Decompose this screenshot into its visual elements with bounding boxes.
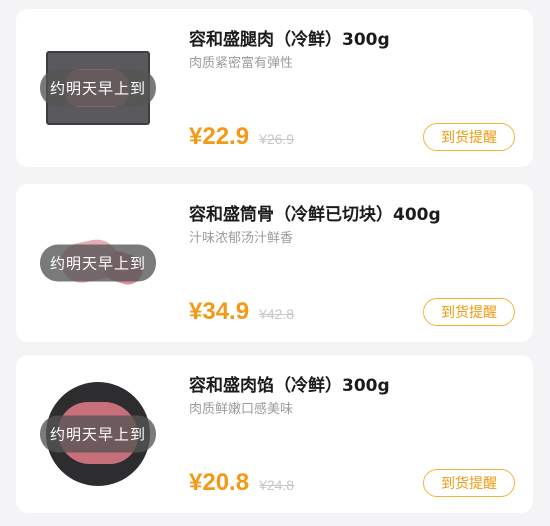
product-image[interactable]: 约明天早上到 <box>28 196 168 330</box>
current-price: ¥34.9 <box>189 298 250 325</box>
product-title[interactable]: 容和盛筒骨（冷鲜已切块）400g <box>189 200 441 225</box>
notify-button[interactable]: 到货提醒 <box>423 123 515 151</box>
product-description: 肉质鲜嫩口感美味 <box>189 402 294 417</box>
product-description: 汁味浓郁汤汁鲜香 <box>189 231 294 246</box>
price-row: ¥34.9 ¥42.8 <box>189 298 294 326</box>
price-row: ¥20.8 ¥24.8 <box>189 469 294 497</box>
product-card[interactable]: 约明天早上到 容和盛筒骨（冷鲜已切块）400g 汁味浓郁汤汁鲜香 ¥34.9 ¥… <box>16 184 533 342</box>
original-price: ¥24.8 <box>259 477 295 493</box>
product-description: 肉质紧密富有弹性 <box>189 56 294 71</box>
delivery-tag: 约明天早上到 <box>39 69 157 107</box>
current-price: ¥22.9 <box>189 123 250 150</box>
original-price: ¥42.8 <box>259 306 295 322</box>
product-card[interactable]: 约明天早上到 容和盛腿肉（冷鲜）300g 肉质紧密富有弹性 ¥22.9 ¥26.… <box>16 9 533 167</box>
original-price: ¥26.9 <box>259 131 295 147</box>
product-image[interactable]: 约明天早上到 <box>28 21 168 155</box>
notify-button[interactable]: 到货提醒 <box>423 298 515 326</box>
current-price: ¥20.8 <box>189 469 250 496</box>
delivery-tag: 约明天早上到 <box>39 415 157 453</box>
product-title[interactable]: 容和盛肉馅（冷鲜）300g <box>189 371 390 396</box>
product-title[interactable]: 容和盛腿肉（冷鲜）300g <box>189 25 390 50</box>
delivery-tag: 约明天早上到 <box>39 244 157 282</box>
product-image[interactable]: 约明天早上到 <box>28 367 168 501</box>
price-row: ¥22.9 ¥26.9 <box>189 123 294 151</box>
notify-button[interactable]: 到货提醒 <box>423 469 515 497</box>
product-card[interactable]: 约明天早上到 容和盛肉馅（冷鲜）300g 肉质鲜嫩口感美味 ¥20.8 ¥24.… <box>16 355 533 513</box>
